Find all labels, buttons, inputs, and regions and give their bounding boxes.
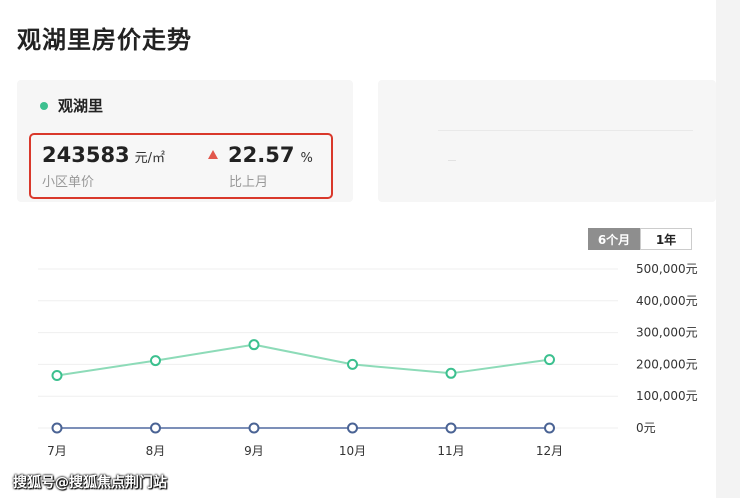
series-0-point	[347, 358, 358, 370]
range-1-year-button[interactable]: 1年	[640, 228, 692, 250]
series-0-point	[150, 355, 161, 367]
y-tick-label: 300,000元	[636, 326, 698, 340]
y-tick-label: 400,000元	[636, 294, 698, 308]
series-1-point	[347, 422, 358, 434]
right-edge-strip	[716, 0, 740, 498]
series-1-point	[51, 422, 63, 434]
x-tick-label: 7月	[47, 444, 67, 458]
comparison-card-placeholder	[378, 80, 716, 202]
unit-price-unit: 元/㎡	[134, 151, 166, 166]
series-0-point	[51, 370, 63, 382]
x-tick-label: 11月	[437, 444, 464, 458]
y-tick-label: 100,000元	[636, 389, 698, 403]
community-bullet-icon	[40, 101, 48, 110]
unit-price-value: 243583	[42, 143, 130, 167]
unit-price: 243583 元/㎡	[42, 143, 165, 167]
month-change-value: 22.57	[228, 143, 295, 167]
y-tick-label: 200,000元	[636, 357, 698, 371]
price-trend-chart: 0元 100,000元 200,000元 300,000元 400,000元 500,00…	[38, 262, 698, 458]
range-toggle: 6个月 1年	[588, 228, 692, 250]
y-tick-label: 0元	[636, 421, 656, 435]
watermark: 搜狐号@搜狐焦点荆门站	[13, 475, 167, 491]
community-name: 观湖里	[58, 97, 104, 115]
x-tick-label: 10月	[339, 444, 366, 458]
series-0-point	[445, 367, 457, 379]
series-1-point	[544, 422, 555, 434]
y-tick-label: 500,000元	[636, 262, 698, 276]
month-change: 22.57 %	[208, 143, 313, 167]
month-change-unit: %	[300, 151, 313, 166]
x-tick-label: 9月	[244, 444, 264, 458]
up-arrow-icon	[208, 150, 218, 159]
community-legend: 观湖里	[40, 95, 103, 116]
series-1-point	[248, 422, 260, 434]
series-0-point	[248, 339, 260, 351]
placeholder-line	[438, 130, 693, 131]
x-tick-label: 8月	[146, 444, 166, 458]
series-1-point	[150, 422, 161, 434]
month-change-label: 比上月	[229, 175, 269, 190]
unit-price-label: 小区单价	[42, 175, 95, 190]
placeholder-mark	[448, 160, 456, 161]
x-tick-label: 12月	[536, 444, 563, 458]
series-0-point	[544, 354, 555, 366]
range-6-months-button[interactable]: 6个月	[588, 228, 640, 250]
series-line-0	[56, 343, 550, 377]
page-title: 观湖里房价走势	[17, 26, 192, 54]
series-1-point	[445, 422, 457, 434]
